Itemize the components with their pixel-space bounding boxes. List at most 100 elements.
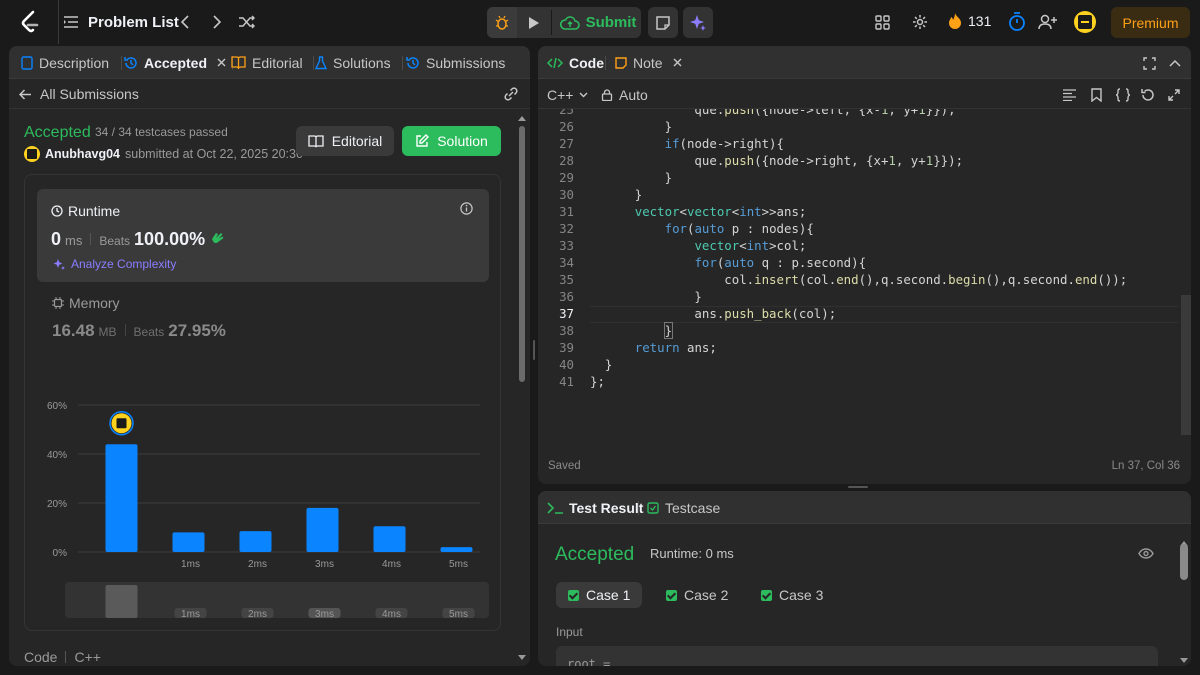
eye-icon[interactable] xyxy=(1136,544,1156,562)
close-icon[interactable] xyxy=(673,58,682,67)
test-scrollbar[interactable] xyxy=(1178,540,1190,665)
cloud-upload-icon xyxy=(559,15,580,30)
code-line: for(auto p : nodes){ xyxy=(664,221,814,236)
analyze-complexity-link[interactable]: Analyze Complexity xyxy=(53,257,176,271)
code-scroll-thumb[interactable] xyxy=(1181,295,1191,435)
submit-button[interactable]: Submit xyxy=(555,7,641,38)
runtime-title: Runtime xyxy=(68,203,121,219)
run-button[interactable] xyxy=(519,7,549,38)
editorial-button[interactable]: Editorial xyxy=(296,126,394,156)
divider xyxy=(58,0,59,44)
all-submissions-link[interactable]: All Submissions xyxy=(19,86,139,102)
case-2-tab[interactable]: Case 2 xyxy=(654,582,740,608)
fullscreen-icon[interactable] xyxy=(1140,54,1158,72)
line-number: 25 xyxy=(559,109,574,117)
tab-test-result[interactable]: Test Result xyxy=(547,491,643,524)
tab-editorial[interactable]: Editorial xyxy=(231,46,303,79)
memory-title-row[interactable]: Memory xyxy=(52,295,120,311)
tab-note[interactable]: Note xyxy=(615,46,682,79)
scroll-thumb[interactable] xyxy=(1180,544,1188,580)
user-avatar[interactable] xyxy=(24,146,40,162)
test-runtime: Runtime: 0 ms xyxy=(650,546,734,561)
memory-value: 16.48 xyxy=(52,321,95,340)
share-link-icon[interactable] xyxy=(501,85,521,103)
code-footer-lang: C++ xyxy=(74,649,101,665)
code-line: vector<int>col; xyxy=(694,238,807,253)
chart-bar[interactable] xyxy=(172,532,205,552)
left-scrollbar[interactable] xyxy=(516,110,528,662)
add-user-icon[interactable] xyxy=(1037,12,1059,32)
language-select[interactable]: C++ xyxy=(547,87,588,103)
info-icon[interactable] xyxy=(458,200,474,216)
solution-button-label: Solution xyxy=(437,133,488,149)
code-scrollbar[interactable] xyxy=(1179,109,1191,441)
code-content[interactable]: que.push({node->left, {x-1, y+1}}); } if… xyxy=(590,109,1178,441)
chevron-right-icon[interactable] xyxy=(208,13,226,31)
shuffle-icon[interactable] xyxy=(237,13,257,31)
note-button[interactable] xyxy=(648,7,678,38)
problem-list-link[interactable]: Problem List xyxy=(88,14,179,31)
list-icon[interactable] xyxy=(62,13,80,31)
tab-solutions[interactable]: Solutions xyxy=(315,46,391,79)
ai-assist-button[interactable] xyxy=(683,7,713,38)
timer-icon[interactable] xyxy=(1007,12,1027,32)
runtime-distribution-chart: 60% 40% 20% 0% 1ms 2ms 3ms 4ms 5ms 1ms 2ms 3ms 4ms 5m… xyxy=(47,401,489,620)
x-tick-label: 1ms xyxy=(181,559,200,570)
solution-button[interactable]: Solution xyxy=(402,126,501,156)
flask-icon xyxy=(315,55,327,69)
case-1-tab[interactable]: Case 1 xyxy=(556,582,643,608)
chevron-left-icon[interactable] xyxy=(176,13,194,31)
chart-bar[interactable] xyxy=(373,526,406,552)
chart-bar[interactable] xyxy=(440,547,473,552)
layout-icon[interactable] xyxy=(873,13,891,31)
leetcode-logo-icon[interactable] xyxy=(19,10,41,34)
code-line: } xyxy=(590,357,613,372)
scroll-down-icon[interactable] xyxy=(1179,657,1189,664)
collapse-icon[interactable] xyxy=(1166,54,1184,72)
streak-counter[interactable]: 131 xyxy=(948,12,991,30)
expand-icon[interactable] xyxy=(1165,86,1183,104)
test-result-panel: Test Result Testcase Accepted Runtime: 0… xyxy=(538,491,1191,666)
horizontal-splitter[interactable] xyxy=(838,486,878,490)
scroll-thumb[interactable] xyxy=(519,126,525,382)
clap-icon xyxy=(212,233,224,244)
code-line: ans.push_back(col); xyxy=(590,306,837,321)
format-icon[interactable] xyxy=(1060,86,1078,104)
tab-description[interactable]: Description xyxy=(21,46,109,79)
username[interactable]: Anubhavg04 xyxy=(45,147,120,161)
line-number: 36 xyxy=(559,289,574,304)
auto-mode-toggle[interactable]: Auto xyxy=(601,87,648,103)
chart-bar[interactable] xyxy=(239,531,272,552)
line-number: 28 xyxy=(559,153,574,168)
chart-bar[interactable] xyxy=(105,444,138,552)
bookmark-icon[interactable] xyxy=(1087,86,1105,104)
line-number: 32 xyxy=(559,221,574,236)
scroll-down-icon[interactable] xyxy=(516,654,528,662)
divider xyxy=(313,56,314,70)
tab-code[interactable]: Code xyxy=(547,46,604,79)
saved-status: Saved xyxy=(548,460,581,472)
close-icon[interactable] xyxy=(217,58,226,67)
tab-submissions[interactable]: Submissions xyxy=(406,46,505,79)
input-box[interactable]: root = xyxy=(556,646,1158,666)
line-number: 27 xyxy=(559,136,574,151)
chart-bar[interactable] xyxy=(306,507,339,552)
code-line: } xyxy=(663,322,674,339)
debug-button[interactable] xyxy=(487,7,517,38)
vertical-splitter[interactable] xyxy=(531,340,537,370)
scroll-up-icon[interactable] xyxy=(516,114,528,122)
reset-icon[interactable] xyxy=(1139,86,1157,104)
gear-icon[interactable] xyxy=(911,13,929,31)
case-3-tab[interactable]: Case 3 xyxy=(749,582,835,608)
tab-testcase[interactable]: Testcase xyxy=(647,491,720,524)
runtime-card[interactable]: Runtime 0 ms Beats 100.00% Analyze Compl… xyxy=(37,189,489,282)
line-number: 40 xyxy=(559,357,574,372)
tab-test-result-label: Test Result xyxy=(569,499,644,516)
braces-icon[interactable] xyxy=(1113,86,1133,104)
divider xyxy=(605,56,606,70)
code-editor[interactable]: 25 26 27 28 29 30 31 32 33 34 35 36 37 38 39 40 41 que.p… xyxy=(538,109,1178,441)
range-slider-bar xyxy=(105,585,138,618)
avatar[interactable] xyxy=(1074,11,1096,33)
premium-button[interactable]: Premium xyxy=(1111,7,1190,38)
tab-accepted[interactable]: Accepted xyxy=(124,46,226,79)
